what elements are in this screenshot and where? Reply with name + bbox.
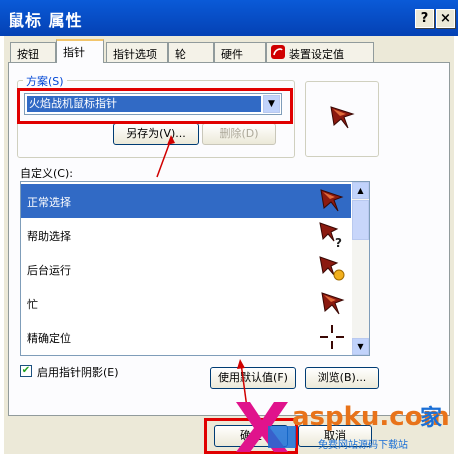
tab-pointer-options[interactable]: 指针选项 [106, 42, 168, 62]
tab-label: 轮 [175, 48, 186, 61]
help-button[interactable]: ? [415, 9, 434, 28]
window-title: 鼠标 属性 [8, 11, 83, 30]
scheme-highlight-box [17, 88, 293, 124]
tab-label: 按钮 [17, 48, 39, 61]
watermark-subtext: 免费网站源码下载站 [318, 440, 408, 451]
tab-pointers[interactable]: 指针 [56, 39, 104, 63]
dialog-client: 按钮 指针 指针选项 轮 硬件 装置设定值 方案(S) 火焰战机鼠标指针 ▼ 另… [4, 36, 454, 454]
tab-label: 指针选项 [113, 48, 157, 61]
tab-label: 指针 [63, 46, 85, 59]
title-bar: 鼠标 属性 ? × [0, 0, 458, 36]
tab-label: 硬件 [221, 48, 243, 61]
tab-device-settings[interactable]: 装置设定值 [266, 42, 374, 62]
tab-wheel[interactable]: 轮 [168, 42, 214, 62]
tab-label: 装置设定值 [289, 48, 344, 61]
watermark-logo: aspku.com 家 免费网站源码下载站 [232, 396, 454, 454]
watermark-cn: 家 [420, 406, 443, 431]
tab-buttons[interactable]: 按钮 [10, 42, 56, 62]
close-button[interactable]: × [436, 9, 455, 28]
tab-hardware[interactable]: 硬件 [214, 42, 266, 62]
device-settings-icon [271, 45, 285, 59]
